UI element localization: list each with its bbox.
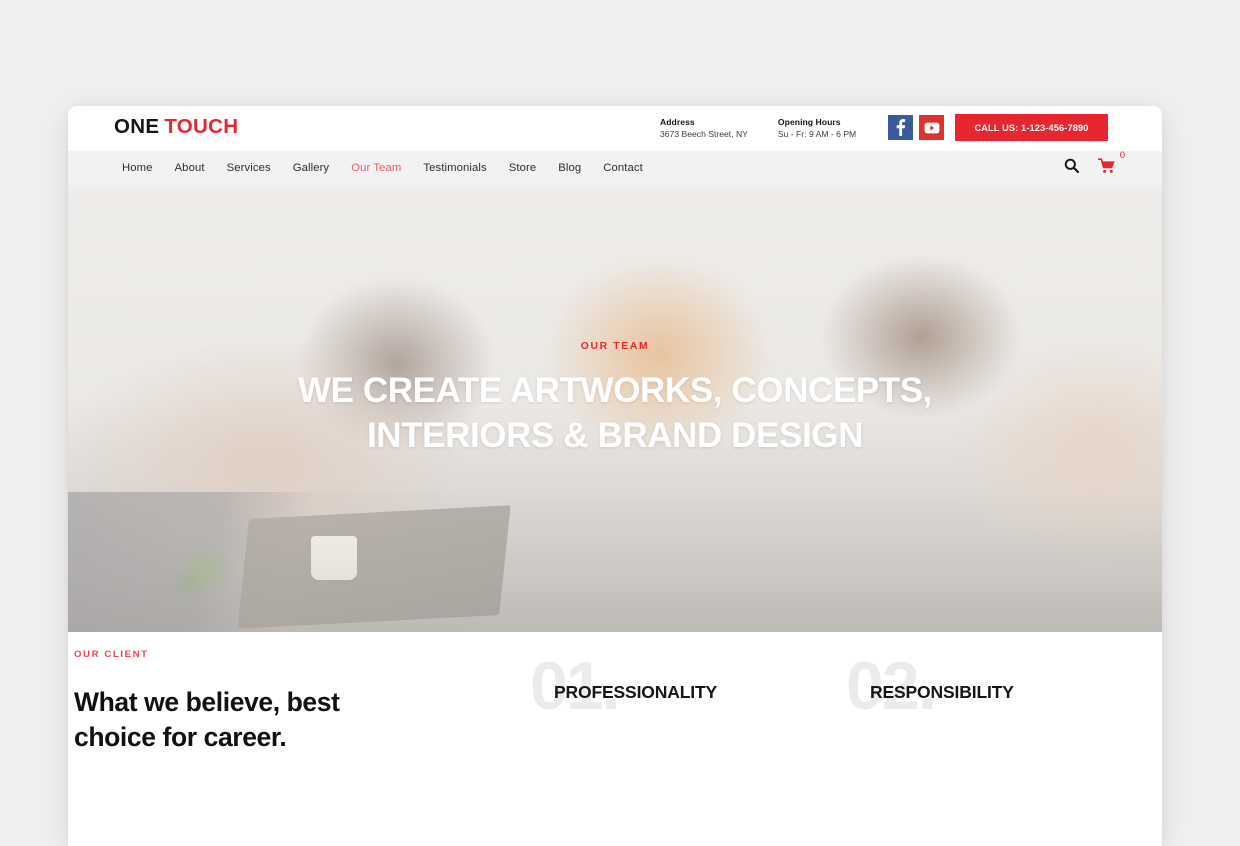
youtube-icon[interactable] bbox=[919, 115, 944, 140]
logo-text-touch: TOUCH bbox=[164, 115, 239, 138]
social-links bbox=[888, 115, 944, 140]
facebook-icon[interactable] bbox=[888, 115, 913, 140]
site-logo[interactable]: ONE TOUCH bbox=[114, 115, 239, 138]
site-navigation-bar: Home About Services Gallery Our Team Tes… bbox=[68, 150, 1162, 185]
logo-text-one: ONE bbox=[114, 115, 160, 138]
feature-label-professionality: PROFESSIONALITY bbox=[554, 682, 718, 702]
client-heading: What we believe, best choice for career. bbox=[74, 685, 494, 755]
address-value: 3673 Beech Street, NY bbox=[660, 129, 748, 140]
feature-professionality: 01. PROFESSIONALITY bbox=[530, 652, 717, 720]
nav-item-gallery[interactable]: Gallery bbox=[293, 162, 329, 174]
search-icon[interactable] bbox=[1064, 158, 1080, 178]
feature-responsibility: 02. RESPONSIBILITY bbox=[846, 652, 1014, 720]
client-heading-line-1: What we believe, best bbox=[74, 687, 340, 717]
nav-item-home[interactable]: Home bbox=[122, 162, 153, 174]
nav-item-our-team[interactable]: Our Team bbox=[351, 162, 401, 174]
nav-item-services[interactable]: Services bbox=[227, 162, 271, 174]
website-preview-card: ONE TOUCH Address 3673 Beech Street, NY O… bbox=[68, 106, 1162, 846]
feature-label-responsibility: RESPONSIBILITY bbox=[870, 682, 1014, 702]
nav-item-contact[interactable]: Contact bbox=[603, 162, 643, 174]
hero-title-line-2: INTERIORS & BRAND DESIGN bbox=[366, 416, 863, 455]
shopping-cart-icon[interactable]: 0 bbox=[1097, 150, 1125, 179]
nav-tools: 0 bbox=[1064, 150, 1125, 179]
call-us-button[interactable]: CALL US: 1-123-456-7890 bbox=[955, 114, 1108, 141]
nav-item-blog[interactable]: Blog bbox=[558, 162, 581, 174]
hero-title: WE CREATE ARTWORKS, CONCEPTS, INTERIORS … bbox=[298, 368, 932, 459]
hero-title-line-1: WE CREATE ARTWORKS, CONCEPTS, bbox=[298, 370, 932, 410]
client-block: OUR CLIENT What we believe, best choice … bbox=[74, 649, 494, 755]
hours-label: Opening Hours bbox=[777, 117, 841, 127]
hero-section: OUR TEAM WE CREATE ARTWORKS, CONCEPTS, I… bbox=[68, 185, 1162, 632]
header-info-group: Address 3673 Beech Street, NY Opening Ho… bbox=[660, 117, 856, 141]
content-section: OUR CLIENT What we believe, best choice … bbox=[68, 632, 1162, 846]
nav-menu: Home About Services Gallery Our Team Tes… bbox=[122, 162, 643, 174]
header-info-hours: Opening Hours Su - Fr: 9 AM - 6 PM bbox=[778, 117, 856, 141]
address-label: Address bbox=[660, 117, 695, 127]
nav-item-store[interactable]: Store bbox=[509, 162, 537, 174]
hours-value: Su - Fr: 9 AM - 6 PM bbox=[777, 129, 857, 140]
site-top-header: ONE TOUCH Address 3673 Beech Street, NY O… bbox=[68, 106, 1162, 151]
client-heading-line-2: choice for career. bbox=[74, 722, 287, 753]
nav-item-testimonials[interactable]: Testimonials bbox=[423, 162, 486, 174]
cart-count-badge: 0 bbox=[1119, 149, 1125, 161]
hero-eyebrow: OUR TEAM bbox=[580, 340, 650, 352]
hero-content: OUR TEAM WE CREATE ARTWORKS, CONCEPTS, I… bbox=[68, 185, 1162, 632]
nav-item-about[interactable]: About bbox=[175, 162, 205, 174]
client-eyebrow: OUR CLIENT bbox=[74, 649, 149, 660]
header-info-address: Address 3673 Beech Street, NY bbox=[660, 117, 748, 141]
